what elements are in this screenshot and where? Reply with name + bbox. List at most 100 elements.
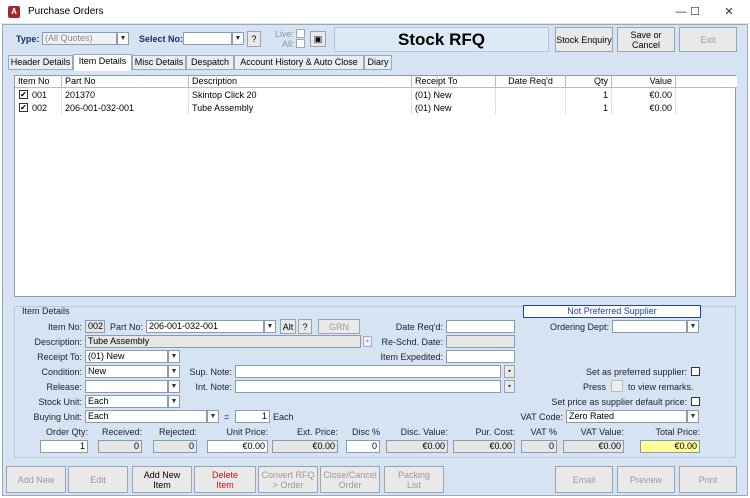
- buying-unit-select[interactable]: Each: [85, 410, 207, 423]
- exit-button[interactable]: Exit: [679, 27, 737, 52]
- row-checkbox[interactable]: ✔: [19, 90, 28, 99]
- table-row[interactable]: ✔ 002 206-001-032-001 Tube Assembly (01)…: [15, 102, 737, 114]
- tab-account-history[interactable]: Account History & Auto Close: [234, 55, 364, 70]
- chevron-down-icon[interactable]: ▼: [687, 320, 699, 333]
- column-header[interactable]: Date Req'd: [496, 76, 566, 88]
- equals-sign: =: [224, 412, 230, 422]
- vat-value-field: €0.00: [563, 440, 624, 453]
- tab-item-details[interactable]: Item Details: [73, 54, 132, 71]
- int-note-field[interactable]: [235, 380, 501, 393]
- table-row[interactable]: ✔ 001 201370 Skintop Click 20 (01) New 1…: [15, 89, 737, 101]
- edit-button[interactable]: Edit: [68, 466, 128, 493]
- set-preferred-checkbox[interactable]: [691, 367, 700, 376]
- help-button[interactable]: ?: [247, 31, 261, 47]
- rejected-field: 0: [153, 440, 197, 453]
- stock-unit-select[interactable]: Each: [85, 395, 168, 408]
- alt-button[interactable]: Alt: [280, 319, 296, 334]
- all-checkbox[interactable]: [296, 39, 305, 48]
- tab-misc-details[interactable]: Misc Details: [132, 55, 186, 70]
- access-app-icon: A: [8, 6, 20, 18]
- column-header[interactable]: Part No: [62, 76, 189, 88]
- chevron-down-icon[interactable]: ▼: [264, 320, 276, 333]
- save-or-cancel-button[interactable]: Save or Cancel: [617, 27, 675, 52]
- chevron-down-icon[interactable]: ▼: [168, 395, 180, 408]
- chevron-down-icon[interactable]: ▼: [168, 350, 180, 363]
- close-cancel-order-button[interactable]: Close/Cancel Order: [320, 466, 380, 493]
- received-label: Received:: [101, 427, 142, 437]
- view-remarks-label: to view remarks.: [628, 382, 694, 392]
- description-label: Description:: [34, 337, 82, 347]
- all-label: All:: [282, 39, 295, 49]
- tab-diary[interactable]: Diary: [364, 55, 392, 70]
- delete-item-button[interactable]: Delete Item: [194, 466, 256, 493]
- vat-code-select[interactable]: Zero Rated: [566, 410, 687, 423]
- vat-code-label: VAT Code:: [520, 412, 563, 422]
- column-header[interactable]: Description: [189, 76, 412, 88]
- part-no-cell: 206-001-032-001: [62, 102, 189, 114]
- conversion-field[interactable]: 1: [235, 410, 270, 423]
- tab-despatch[interactable]: Despatch: [186, 55, 234, 70]
- title-bar: A Purchase Orders — ☐ ✕: [0, 0, 750, 24]
- item-no-label: Item No:: [47, 322, 82, 332]
- received-field: 0: [98, 440, 142, 453]
- chevron-down-icon[interactable]: ▼: [687, 410, 699, 423]
- print-button[interactable]: Print: [679, 466, 737, 493]
- release-select[interactable]: [85, 380, 168, 393]
- part-no-field[interactable]: 206-001-032-001: [146, 320, 264, 333]
- qty-cell: 1: [566, 89, 612, 101]
- note-zoom-icon[interactable]: ▪: [504, 380, 515, 393]
- select-no-input[interactable]: [183, 32, 232, 45]
- condition-select[interactable]: New: [85, 365, 168, 378]
- packing-list-button[interactable]: Packing List: [384, 466, 444, 493]
- grn-button[interactable]: GRN: [318, 319, 360, 334]
- stock-enquiry-button[interactable]: Stock Enquiry: [555, 27, 613, 52]
- close-button[interactable]: ✕: [706, 0, 750, 24]
- remarks-button[interactable]: [611, 380, 623, 392]
- add-new-button[interactable]: Add New: [6, 466, 66, 493]
- receipt-to-select[interactable]: (01) New: [85, 350, 168, 363]
- order-qty-field[interactable]: 1: [40, 440, 88, 453]
- column-header[interactable]: Value: [612, 76, 676, 88]
- column-header[interactable]: Qty: [566, 76, 612, 88]
- unit-price-field[interactable]: €0.00: [207, 440, 268, 453]
- sup-note-field[interactable]: [235, 365, 501, 378]
- part-no-label: Part No:: [110, 322, 144, 332]
- image-icon[interactable]: ▣: [310, 31, 326, 47]
- column-header[interactable]: Item No: [15, 76, 62, 88]
- description-cell: Tube Assembly: [189, 102, 412, 114]
- disc-pct-field[interactable]: 0: [346, 440, 380, 453]
- column-header[interactable]: Receipt To: [412, 76, 496, 88]
- date-reqd-field[interactable]: [446, 320, 515, 333]
- email-button[interactable]: Email: [555, 466, 613, 493]
- type-select[interactable]: (All Quotes): [42, 32, 117, 45]
- date-reqd-label: Date Req'd:: [395, 322, 443, 332]
- item-expedited-field[interactable]: [446, 350, 515, 363]
- chevron-down-icon[interactable]: ▼: [207, 410, 219, 423]
- total-price-label: Total Price:: [655, 427, 700, 437]
- set-price-checkbox[interactable]: [691, 397, 700, 406]
- help-button[interactable]: ?: [298, 319, 312, 334]
- sup-note-label: Sup. Note:: [189, 367, 232, 377]
- pur-cost-label: Pur. Cost:: [475, 427, 515, 437]
- chevron-down-icon[interactable]: ▼: [117, 32, 129, 45]
- chevron-down-icon[interactable]: ▼: [232, 32, 244, 45]
- tab-header-details[interactable]: Header Details: [8, 55, 73, 70]
- items-grid: Item No Part No Description Receipt To D…: [14, 75, 737, 297]
- ordering-dept-label: Ordering Dept:: [549, 322, 609, 332]
- convert-rfq-button[interactable]: Convert RFQ > Order: [258, 466, 318, 493]
- unit-price-label: Unit Price:: [226, 427, 268, 437]
- live-checkbox[interactable]: [296, 29, 305, 38]
- receipt-to-label: Receipt To:: [37, 352, 82, 362]
- disc-value-field: €0.00: [386, 440, 448, 453]
- item-expedited-label: Item Expedited:: [380, 352, 443, 362]
- add-new-item-button[interactable]: Add New Item: [132, 466, 192, 493]
- reschd-date-label: Re-Schd. Date:: [381, 337, 443, 347]
- chevron-down-icon[interactable]: ▼: [168, 380, 180, 393]
- column-header-filler: [676, 76, 737, 88]
- note-zoom-icon[interactable]: ▪: [504, 365, 515, 378]
- chevron-down-icon[interactable]: ▼: [168, 365, 180, 378]
- preview-button[interactable]: Preview: [617, 466, 675, 493]
- ordering-dept-select[interactable]: [612, 320, 687, 333]
- not-preferred-supplier-banner: Not Preferred Supplier: [523, 305, 701, 318]
- row-checkbox[interactable]: ✔: [19, 103, 28, 112]
